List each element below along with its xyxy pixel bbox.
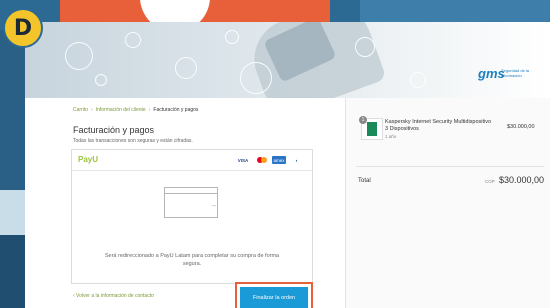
- finish-button-highlight: Finalizar la orden: [235, 282, 313, 308]
- background-stripe: [0, 235, 28, 308]
- page-subtitle: Todas las transacciones son seguras y es…: [73, 138, 193, 144]
- currency-code: COP: [485, 179, 495, 184]
- product-price: $30.000,00: [507, 124, 535, 130]
- breadcrumb-cart[interactable]: Carrito: [73, 107, 88, 113]
- breadcrumb: Carrito › Información del cliente › Facturac…: [73, 107, 199, 113]
- background-stripe: [360, 0, 550, 24]
- total-value: $30.000,00: [499, 175, 545, 185]
- amex-card-icon: amex: [272, 156, 286, 164]
- redirect-message: Será redireccionado a PayU Latam para co…: [104, 253, 280, 267]
- finish-order-button[interactable]: Finalizar la orden: [240, 287, 308, 308]
- payment-method-box: PayU VISA amex ◐ → Será redireccionado a…: [71, 149, 313, 284]
- checkout-main: Carrito › Información del cliente › Facturac…: [25, 98, 345, 308]
- logo-tagline: Seguridad de la información: [501, 68, 530, 78]
- summary-divider: [356, 166, 544, 167]
- payment-method-header[interactable]: PayU VISA amex ◐: [72, 150, 312, 171]
- product-name: Kaspersky Internet Security Multidisposi…: [385, 119, 492, 132]
- product-thumbnail: 1: [359, 116, 383, 140]
- redirect-window-icon: →: [164, 187, 218, 218]
- breadcrumb-customer-info[interactable]: Información del cliente: [96, 107, 146, 113]
- product-variant: 1 año: [385, 134, 397, 139]
- diners-card-icon: ◐: [295, 157, 299, 163]
- total-label: Total: [358, 178, 371, 184]
- section-badge: D: [3, 8, 43, 48]
- payu-logo: PayU: [78, 155, 99, 164]
- order-summary: 1 Kaspersky Internet Security Multidispo…: [346, 98, 550, 308]
- page-title: Facturación y pagos: [73, 125, 155, 135]
- cart-item: 1 Kaspersky Internet Security Multidispo…: [359, 116, 541, 144]
- header-banner: gms Seguridad de la información: [25, 22, 550, 98]
- breadcrumb-billing: Facturación y pagos: [153, 107, 199, 113]
- checkout-window: gms Seguridad de la información Carrito ›…: [25, 22, 550, 308]
- quantity-badge: 1: [359, 116, 367, 124]
- mastercard-icon: [255, 156, 269, 164]
- back-to-contact-link[interactable]: ‹ Volver a la información de contacto: [73, 293, 154, 299]
- visa-card-icon: VISA: [237, 157, 249, 163]
